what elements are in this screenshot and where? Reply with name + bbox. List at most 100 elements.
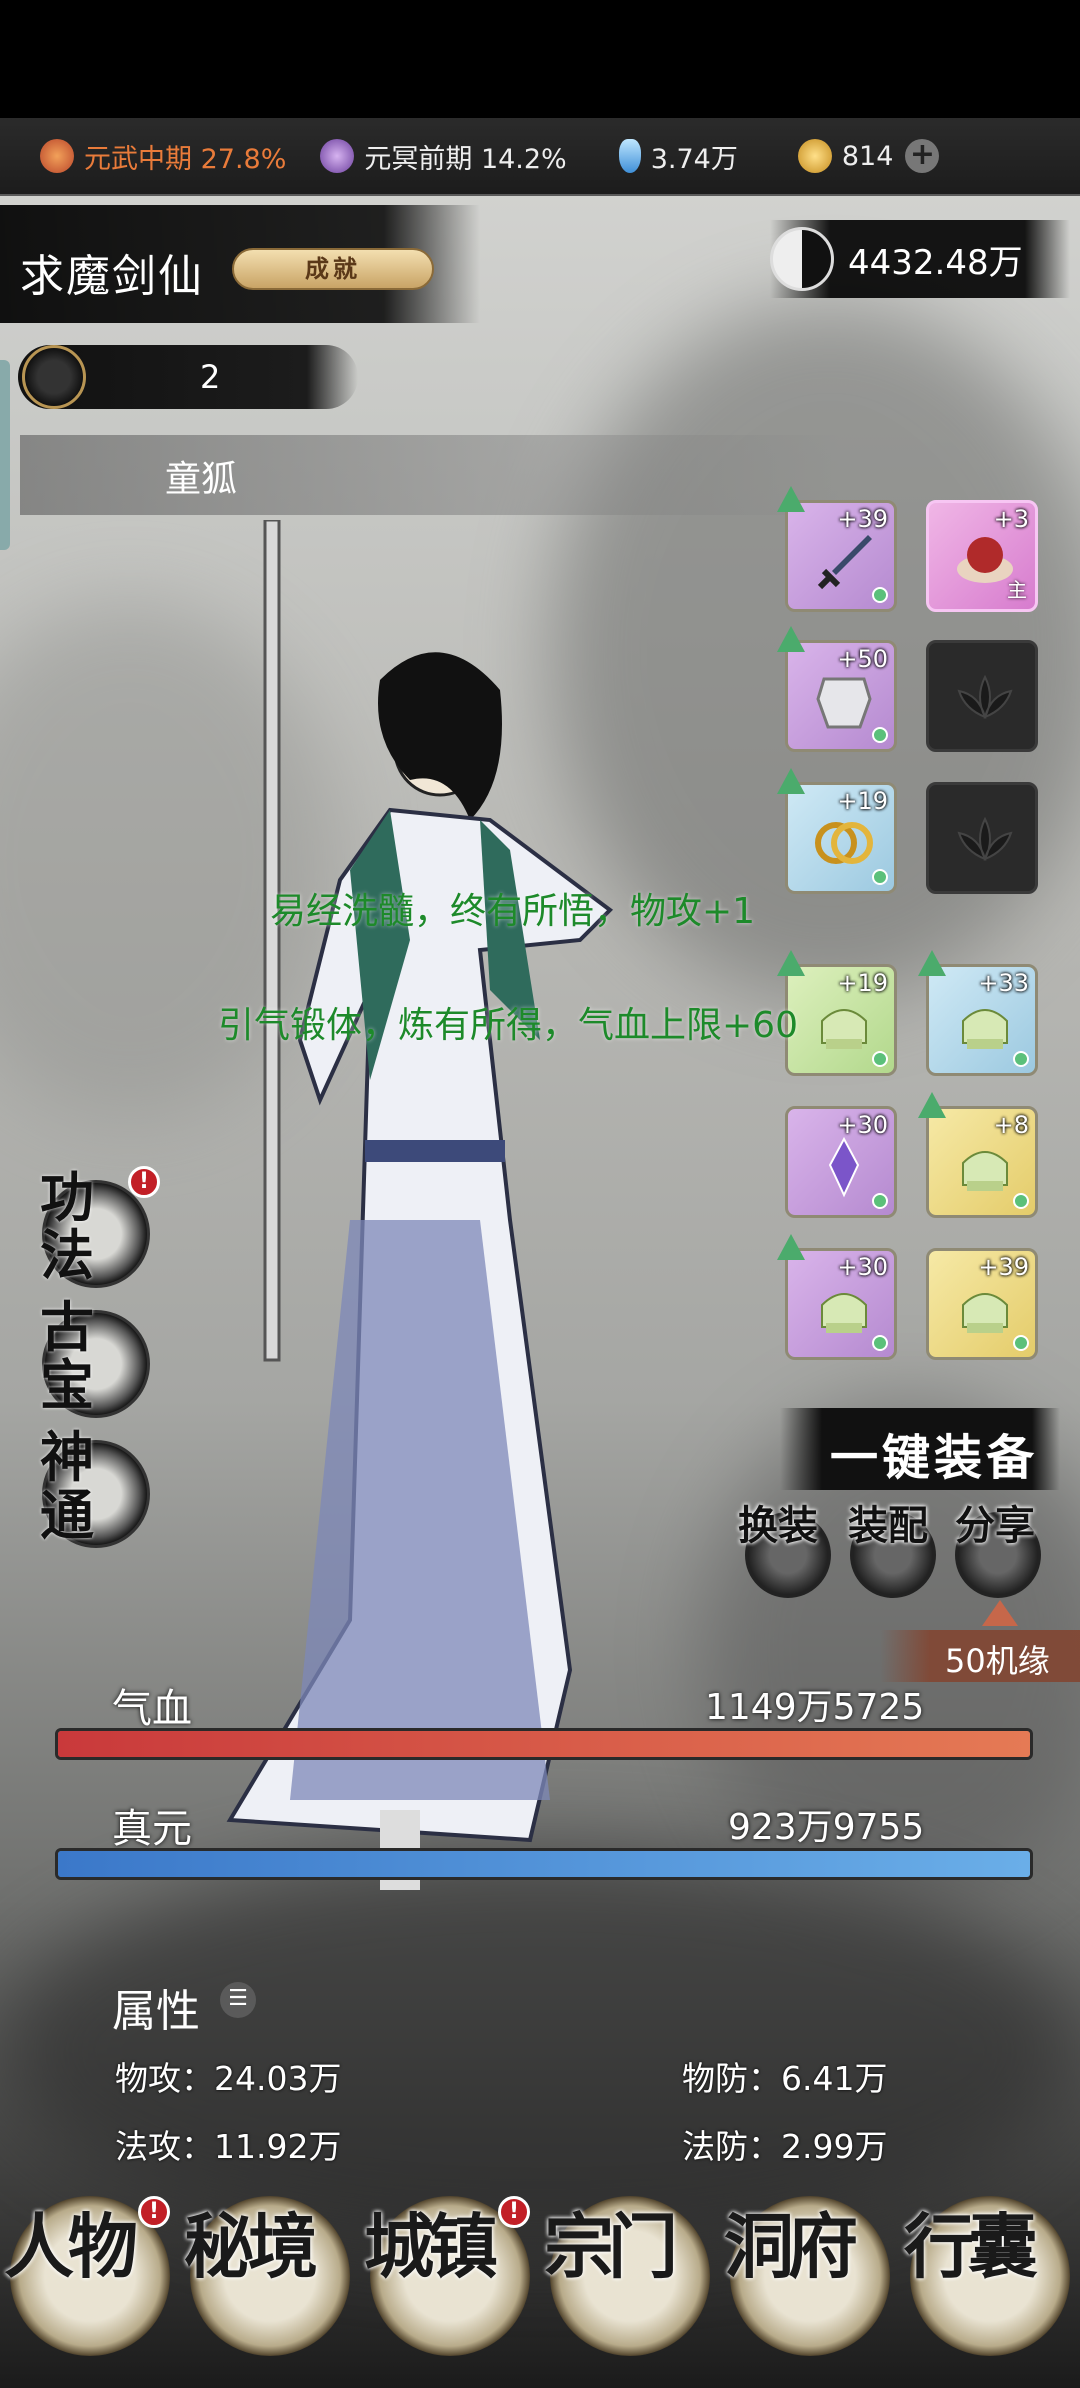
spirit-stone-counter[interactable]: 3.74万 (618, 137, 738, 176)
equipment-slot[interactable]: +50 (785, 640, 897, 752)
magic-attack: 法攻：11.92万 (115, 2127, 342, 2166)
mp-bar (55, 1848, 1033, 1880)
attributes-title: 属性 (112, 1986, 200, 2037)
nav-label: 洞府 (724, 2205, 858, 2288)
equipment-slot[interactable]: +19 (785, 782, 897, 894)
gem-socket-icon (872, 1193, 888, 1209)
equipment-level: +30 (837, 1111, 888, 1139)
talisman-icon (810, 1135, 878, 1199)
mp-value: 923万9755 (728, 1807, 925, 1848)
equipment-level: +33 (978, 969, 1029, 997)
equipment-level: +39 (978, 1253, 1029, 1281)
chance-pointer (982, 1600, 1018, 1626)
upgrade-available-icon (777, 768, 805, 794)
realm1-label: 元武中期 27.8% (84, 143, 287, 175)
gold-counter[interactable]: 814 + (797, 139, 940, 173)
jade-seal-icon (951, 993, 1019, 1057)
gem-socket-icon (1013, 1051, 1029, 1067)
equipment-slot[interactable]: +3 主 (926, 500, 1038, 612)
lotus-lock-icon (951, 669, 1019, 733)
status-bar (0, 0, 1080, 118)
jade-seal-icon (810, 1277, 878, 1341)
equipment-slot[interactable]: +8 (926, 1106, 1038, 1218)
gem-socket-icon (872, 1051, 888, 1067)
upgrade-available-icon (918, 950, 946, 976)
shentong-label: 神通 (40, 1428, 160, 1544)
lotus-lock-icon (951, 811, 1019, 875)
add-gold-button[interactable]: + (905, 139, 940, 173)
jade-seal-icon (951, 1135, 1019, 1199)
equipment-slot[interactable]: +33 (926, 964, 1038, 1076)
hp-label: 气血 (112, 1686, 192, 1732)
equipment-level: +50 (837, 645, 888, 673)
spirit-stone-label: 3.74万 (650, 143, 738, 175)
equipment-slot[interactable] (926, 782, 1038, 894)
gem-socket-icon (872, 869, 888, 885)
upgrade-available-icon (918, 1092, 946, 1118)
guobao-label: 古宝 (40, 1298, 160, 1414)
sword-icon (810, 529, 878, 593)
shentong-text: 神通 (40, 1425, 94, 1547)
armor-icon (810, 669, 878, 733)
jade-seal-icon (810, 993, 878, 1057)
equipment-level: +8 (993, 1111, 1029, 1139)
gem-socket-icon (872, 727, 888, 743)
upgrade-available-icon (777, 486, 805, 512)
coin-icon (797, 139, 832, 173)
combat-power: 4432.48万 (770, 220, 1070, 298)
jade-seal-icon (951, 1277, 1019, 1341)
equipment-level: +19 (837, 787, 888, 815)
mp-bar-fill (58, 1851, 1030, 1877)
message-line-2: 引气锻体，炼有所得，气血上限+60 (218, 1005, 798, 1046)
character-portrait (226, 520, 614, 1890)
share-label: 分享 (955, 1502, 1035, 1549)
resource-bar: 元武中期 27.8% 元冥前期 14.2% 3.74万 814 + (0, 118, 1080, 196)
gem-socket-icon (872, 587, 888, 603)
cloud-emblem-icon (22, 345, 86, 409)
main-pet-label: 主 (1007, 578, 1027, 602)
equipment-level: +3 (993, 505, 1029, 533)
guobao-text: 古宝 (40, 1295, 94, 1417)
equipment-slot[interactable]: +19 (785, 964, 897, 1076)
side-drawer-handle[interactable] (0, 360, 10, 550)
equipment-slot[interactable]: +30 (785, 1106, 897, 1218)
equipment-level: +39 (837, 505, 888, 533)
equipment-slot[interactable]: +39 (926, 1248, 1038, 1360)
pet-name: 童狐 (165, 459, 238, 500)
gongfa-text: 功法 (40, 1165, 94, 1287)
yin-yang-icon (770, 227, 834, 291)
gem-socket-icon (1013, 1335, 1029, 1351)
nav-alert-badge: ! (498, 2196, 530, 2228)
realm-progress-2[interactable]: 元冥前期 14.2% (320, 137, 567, 176)
magic-defense: 法防：2.99万 (682, 2127, 888, 2166)
gold-label: 814 (841, 140, 894, 172)
equipment-slot[interactable]: +39 (785, 500, 897, 612)
equipment-slot[interactable] (926, 640, 1038, 752)
nav-label: 行囊 (904, 2205, 1038, 2288)
list-icon[interactable]: ☰ (220, 1982, 256, 2018)
hp-value: 1149万5725 (705, 1687, 925, 1728)
hp-bar (55, 1728, 1033, 1760)
upgrade-available-icon (777, 950, 805, 976)
achievement-button[interactable]: 成就 (232, 248, 434, 290)
chance-label: 50机缘 (945, 1642, 1050, 1680)
assemble-label: 装配 (848, 1502, 928, 1549)
nav-label: 宗门 (544, 2205, 678, 2288)
gem-socket-icon (1013, 1193, 1029, 1209)
upgrade-available-icon (777, 1234, 805, 1260)
nav-label: 秘境 (184, 2205, 318, 2288)
equipment-level: +30 (837, 1253, 888, 1281)
equipment-slot[interactable]: +30 (785, 1248, 897, 1360)
realm-progress-1[interactable]: 元武中期 27.8% (40, 137, 286, 176)
upgrade-available-icon (777, 626, 805, 652)
hp-bar-fill (58, 1731, 1030, 1757)
message-line-1: 易经洗髓，终有所悟，物攻+1 (270, 891, 756, 932)
physical-defense: 物防：6.41万 (682, 2059, 888, 2098)
pet-bar[interactable] (20, 435, 840, 515)
equipment-level: +19 (837, 969, 888, 997)
level-value: 2 (200, 358, 221, 396)
realm-purple-icon (320, 139, 355, 173)
realm-fire-icon (40, 139, 74, 173)
game-screen: 元武中期 27.8% 元冥前期 14.2% 3.74万 814 + 求魔剑仙 成… (0, 0, 1080, 2388)
gongfa-alert-badge: ! (128, 1166, 160, 1198)
